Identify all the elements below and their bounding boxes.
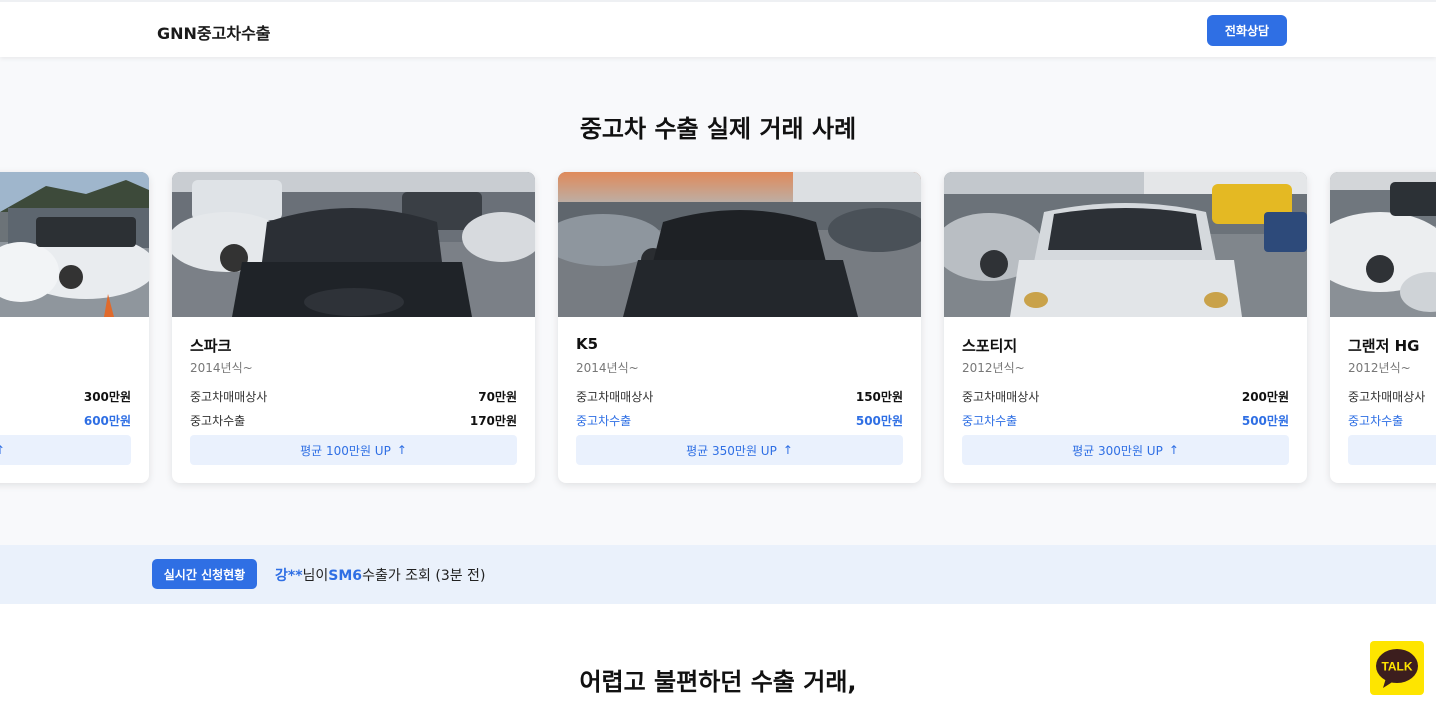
dealer-price-row: 중고차매매상사 200만원 [962,388,1289,404]
car-model: K5 [576,335,599,353]
export-price-row: 중고차수출 170만원 [190,412,517,428]
ticker-car: SM6 [328,568,363,584]
export-price-row: 중고차수출 500만원 [962,412,1289,428]
cases-section-title: 중고차 수출 실제 거래 사례 [579,115,857,143]
kakao-talk-label: TALK [1381,660,1412,674]
car-photo [0,172,149,317]
case-card[interactable]: 300만원 600만원 P ↑ [0,172,149,483]
ticker-text: 님이 [302,568,329,584]
average-gain-text: 평균 300만원 UP [1072,443,1163,458]
dealer-price-row: 중고차매매상사 70만원 [190,388,517,404]
average-gain-badge: 평균 350만원 UP ↑ [576,435,903,465]
top-navigation-bar: GNN중고차수출 전화상담 [0,0,1436,57]
brand-logo-text[interactable]: GNN중고차수출 [157,20,271,44]
case-card[interactable]: 스파크 2014년식~ 중고차매매상사 70만원 중고차수출 170만원 평균 … [172,172,535,483]
export-price: 170만원 [469,414,517,428]
average-gain-badge: 평균 300만원 UP ↑ [962,435,1289,465]
car-photo [558,172,921,317]
dealer-price-row: 300만원 [0,388,131,404]
case-card[interactable]: 스포티지 2012년식~ 중고차매매상사 200만원 중고차수출 500만원 평… [944,172,1307,483]
export-label: 중고차수출 [190,414,246,428]
car-year: 2012년식~ [962,361,1025,375]
up-arrow-icon: ↑ [782,443,793,457]
car-year: 2014년식~ [190,361,253,375]
car-year [0,359,131,375]
export-price: 500만원 [855,414,903,428]
car-photo [1330,172,1436,317]
average-gain-badge: P ↑ [0,435,131,465]
export-price-row: 600만원 [0,412,131,428]
car-year: 2014년식~ [576,361,639,375]
dealer-label: 중고차매매상사 [190,390,268,404]
dealer-price: 200만원 [1241,390,1289,404]
case-card[interactable]: 그랜저 HG 2012년식~ 중고차매매상사 중고차수출 [1330,172,1436,483]
card-body: 그랜저 HG 2012년식~ 중고차매매상사 중고차수출 [1348,335,1436,465]
up-arrow-icon: ↑ [396,443,407,457]
ticker-user: 강** [275,568,303,584]
car-model [0,335,131,355]
export-label: 중고차수출 [576,414,632,428]
dealer-price: 300만원 [83,390,131,404]
export-cases-section: 중고차 수출 실제 거래 사례 300만원 600만원 스파크 2014년식~ … [0,57,1436,545]
car-model: 스파크 [190,337,232,355]
case-card[interactable]: K5 2014년식~ 중고차매매상사 150만원 중고차수출 500만원 평균 … [558,172,921,483]
kakao-talk-button[interactable]: TALK [1370,641,1424,695]
card-body: 스포티지 2012년식~ 중고차매매상사 200만원 중고차수출 500만원 평… [962,335,1289,465]
live-requests-bar: 실시간 신청현황 강**님이SM6수출가 조회 (3분 전) [0,545,1436,604]
export-price: 600만원 [83,414,131,428]
dealer-price: 70만원 [478,390,517,404]
car-photo [944,172,1307,317]
export-label: 중고차수출 [962,414,1018,428]
card-body: K5 2014년식~ 중고차매매상사 150만원 중고차수출 500만원 평균 … [576,335,903,465]
cases-carousel[interactable]: 300만원 600만원 P ↑ [0,172,1436,492]
average-gain-badge [1348,435,1436,465]
lower-section-title: 어렵고 불편하던 수출 거래, [579,668,857,696]
live-status-badge: 실시간 신청현황 [152,559,257,589]
average-gain-badge: 평균 100만원 UP ↑ [190,435,517,465]
export-price-row: 중고차수출 500만원 [576,412,903,428]
dealer-label: 중고차매매상사 [576,390,654,404]
car-year: 2012년식~ [1348,361,1411,375]
dealer-label: 중고차매매상사 [962,390,1040,404]
dealer-label: 중고차매매상사 [1348,390,1426,404]
phone-consult-button[interactable]: 전화상담 [1207,15,1287,46]
car-model: 스포티지 [962,337,1018,355]
up-arrow-icon: ↑ [0,443,5,457]
car-model: 그랜저 HG [1348,337,1420,355]
up-arrow-icon: ↑ [1168,443,1179,457]
average-gain-text: 평균 350만원 UP [686,443,777,458]
card-body: 스파크 2014년식~ 중고차매매상사 70만원 중고차수출 170만원 평균 … [190,335,517,465]
export-price: 500만원 [1241,414,1289,428]
card-body: 300만원 600만원 P ↑ [0,335,131,465]
kakao-talk-icon: TALK [1376,649,1418,688]
export-price-row: 중고차수출 [1348,412,1436,428]
export-label: 중고차수출 [1348,414,1404,428]
average-gain-text: 평균 100만원 UP [300,443,391,458]
dealer-price-row: 중고차매매상사 150만원 [576,388,903,404]
live-request-ticker: 강**님이SM6수출가 조회 (3분 전) [275,565,485,585]
car-photo [172,172,535,317]
ticker-text: 수출가 조회 (3분 전) [362,568,486,584]
dealer-price: 150만원 [855,390,903,404]
dealer-price-row: 중고차매매상사 [1348,388,1436,404]
